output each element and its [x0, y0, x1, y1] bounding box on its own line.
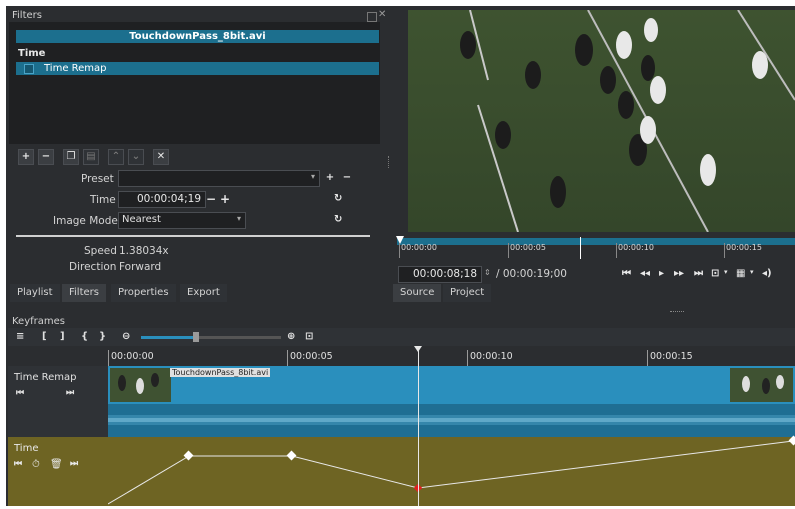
audio-waveform	[108, 404, 795, 437]
rewind-icon[interactable]: ◂◂	[640, 268, 650, 279]
clip-thumbnail-start	[110, 368, 171, 402]
paste-icon[interactable]: ▤	[83, 149, 99, 165]
speed-value: 1.38034x	[119, 245, 169, 257]
tab-properties[interactable]: Properties	[111, 284, 176, 302]
video-frame-image	[408, 10, 795, 232]
timeline-playhead[interactable]	[418, 346, 419, 506]
timeline-tick-0: 00:00:00	[108, 350, 154, 367]
duration-timecode: / 00:00:19;00	[496, 268, 567, 280]
separator-line	[16, 235, 370, 237]
speed-label: Speed	[84, 245, 117, 257]
skip-next-icon[interactable]: ⏭	[694, 268, 703, 279]
image-mode-select[interactable]: Nearest ▾	[118, 212, 246, 229]
zoom-fit-icon[interactable]: ⊡	[305, 331, 313, 342]
preset-label: Preset	[81, 173, 114, 185]
image-mode-label: Image Mode	[53, 215, 118, 227]
chevron-down-icon[interactable]: ▾	[724, 268, 728, 276]
direction-label: Direction	[69, 261, 117, 273]
next-keyframe-icon[interactable]: }	[99, 331, 106, 342]
chevron-down-icon: ▾	[236, 214, 241, 223]
skip-previous-icon[interactable]: ⏮	[622, 268, 631, 279]
filter-enable-checkbox[interactable]	[24, 64, 34, 74]
seek-next-icon[interactable]: ⏭	[70, 459, 78, 469]
set-in-icon[interactable]: [	[42, 331, 47, 342]
volume-icon[interactable]: ◂)	[762, 268, 772, 279]
float-panel-icon[interactable]	[367, 12, 377, 22]
tab-export[interactable]: Export	[180, 284, 227, 302]
down-icon[interactable]: ⌄	[128, 149, 144, 165]
zoom-icon[interactable]: ⊡	[711, 268, 719, 279]
time-label: Time	[90, 194, 116, 206]
menu-icon[interactable]: ≡	[16, 331, 24, 342]
fast-forward-icon[interactable]: ▸▸	[674, 268, 684, 279]
clip-timeremap[interactable]: TouchdownPass_8bit.avi	[108, 366, 795, 437]
keyframes-panel-title: Keyframes	[12, 316, 65, 327]
zoom-slider[interactable]	[141, 332, 281, 342]
clip-label: TouchdownPass_8bit.avi	[170, 368, 271, 377]
close-icon[interactable]: ✕	[153, 149, 169, 165]
splitter-handle[interactable]	[388, 156, 391, 168]
time-field[interactable]: 00:00:04;19	[118, 191, 206, 208]
filters-panel-title: Filters	[12, 10, 42, 21]
trash-icon[interactable]: 🗑	[50, 459, 63, 470]
filter-section-header: Time	[18, 48, 46, 59]
track-head-time[interactable]: Time ⏮ ⏱ 🗑 ⏭	[8, 437, 108, 506]
zoom-out-icon[interactable]: ⊖	[122, 331, 130, 342]
tab-filters[interactable]: Filters	[62, 284, 106, 302]
tab-source[interactable]: Source	[393, 284, 442, 302]
player-ruler-tick-1: 00:00:05	[508, 243, 546, 258]
zoom-slider-fill	[141, 336, 193, 339]
preset-save-icon[interactable]: +	[323, 171, 337, 185]
player-ruler-tick-0: 00:00:00	[399, 243, 437, 258]
seek-next-icon[interactable]: ⏭	[66, 388, 74, 398]
set-out-icon[interactable]: ]	[60, 331, 65, 342]
tab-project[interactable]: Project	[443, 284, 492, 302]
zoom-slider-handle[interactable]	[193, 332, 199, 342]
time-decrement-icon[interactable]: −	[206, 192, 216, 206]
filter-item-label: Time Remap	[44, 63, 107, 74]
video-preview[interactable]	[408, 10, 795, 232]
plus-icon[interactable]: +	[18, 149, 34, 165]
timeline-tick-2: 00:00:10	[467, 350, 513, 367]
direction-value: Forward	[119, 261, 162, 273]
track-label-timeremap: Time Remap	[14, 372, 77, 383]
timeline-tick-1: 00:00:05	[287, 350, 333, 367]
keyframe-curve	[107, 440, 794, 505]
splitter-handle[interactable]	[670, 311, 684, 313]
timeline-tick-3: 00:00:15	[647, 350, 693, 367]
seek-prev-icon[interactable]: ⏮	[14, 459, 22, 469]
track-head-timeremap[interactable]: Time Remap ⏮ ⏭	[8, 366, 108, 437]
grid-icon[interactable]: ▦	[736, 268, 745, 279]
position-timecode[interactable]: 00:00:08;18	[398, 266, 482, 283]
clip-thumbnail-end	[730, 368, 793, 402]
seek-prev-icon[interactable]: ⏮	[16, 388, 24, 398]
playhead-handle-icon[interactable]	[414, 346, 422, 352]
preset-select[interactable]: ▾	[118, 170, 320, 187]
clip-name-header: TouchdownPass_8bit.avi	[16, 30, 379, 43]
keyframe-type-icon[interactable]: ⏱	[32, 459, 40, 470]
up-icon[interactable]: ⌃	[108, 149, 124, 165]
player-playhead[interactable]	[580, 237, 582, 259]
tab-playlist[interactable]: Playlist	[10, 284, 60, 302]
image-mode-value: Nearest	[122, 214, 161, 225]
prev-keyframe-icon[interactable]: {	[81, 331, 88, 342]
preset-delete-icon[interactable]: −	[340, 171, 354, 185]
player-ruler-tick-3: 00:00:15	[724, 243, 762, 258]
copy-icon[interactable]: ❐	[63, 149, 79, 165]
filter-item-selected[interactable]: Time Remap	[16, 62, 379, 75]
player-ruler-tick-2: 00:00:10	[616, 243, 654, 258]
time-reset-icon[interactable]: ↻	[334, 193, 342, 204]
track-label-time: Time	[14, 443, 39, 454]
chevron-down-icon[interactable]: ▾	[750, 268, 754, 276]
chevron-down-icon: ▾	[310, 172, 315, 181]
zoom-in-icon[interactable]: ⊕	[287, 331, 295, 342]
timecode-spin-icon[interactable]: ⇕	[484, 268, 491, 277]
time-increment-icon[interactable]: +	[220, 192, 230, 206]
param-track-time[interactable]	[107, 435, 795, 506]
image-mode-reset-icon[interactable]: ↻	[334, 214, 342, 225]
play-icon[interactable]: ▸	[659, 268, 664, 279]
close-panel-icon[interactable]: ✕	[378, 9, 386, 20]
minus-icon[interactable]: −	[38, 149, 54, 165]
